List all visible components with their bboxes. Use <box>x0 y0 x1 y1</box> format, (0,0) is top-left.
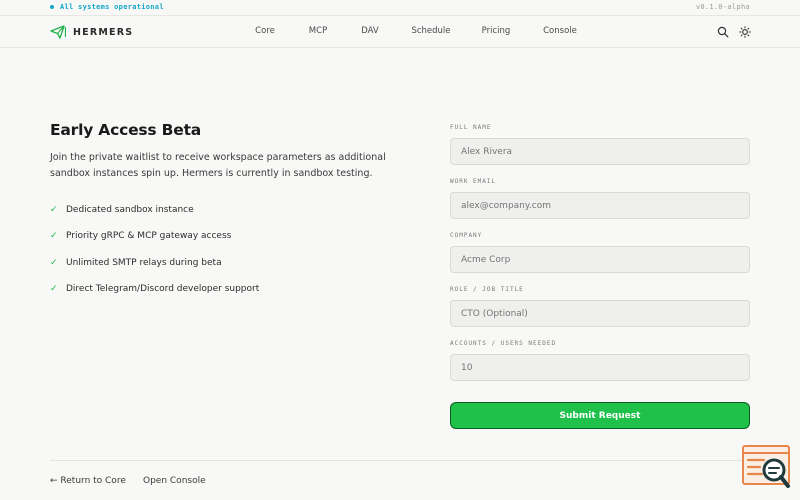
full-name-input[interactable] <box>450 138 750 165</box>
return-to-core-link[interactable]: ← Return to Core <box>50 476 126 486</box>
company-field-group: COMPANY <box>450 231 750 273</box>
accounts-input[interactable] <box>450 354 750 381</box>
benefit-text: Dedicated sandbox instance <box>66 204 194 215</box>
role-field-group: ROLE / JOB TITLE <box>450 285 750 327</box>
check-icon: ✓ <box>50 204 58 215</box>
benefit-item: ✓ Unlimited SMTP relays during beta <box>50 256 259 269</box>
submit-request-button[interactable]: Submit Request <box>450 402 750 429</box>
check-icon: ✓ <box>50 257 58 268</box>
work-email-label: WORK EMAIL <box>450 178 497 185</box>
status-dot-icon <box>50 5 54 9</box>
footer-divider <box>50 460 750 461</box>
system-status: All systems operational <box>50 3 164 11</box>
check-icon: ✓ <box>50 231 58 241</box>
nav-item-core[interactable]: Core <box>255 26 275 36</box>
work-email-field-group: WORK EMAIL <box>450 177 750 219</box>
nav-item-mcp[interactable]: MCP <box>309 26 327 36</box>
benefit-item: ✓ Priority gRPC & MCP gateway access <box>50 230 259 243</box>
benefit-text: Unlimited SMTP relays during beta <box>66 257 222 268</box>
open-console-link[interactable]: Open Console <box>143 476 206 486</box>
page-title: Early Access Beta <box>50 121 202 139</box>
company-label: COMPANY <box>450 232 483 239</box>
nav-item-pricing[interactable]: Pricing <box>482 26 511 36</box>
accounts-field-group: ACCOUNTS / USERS NEEDED <box>450 339 750 381</box>
version-label: v0.1.0-alpha <box>695 3 750 11</box>
search-icon[interactable] <box>717 26 729 38</box>
top-header: HERMERS Core MCP DAV Schedule Pricing Co… <box>0 16 800 48</box>
nav-item-dav[interactable]: DAV <box>361 26 378 36</box>
benefit-text: Direct Telegram/Discord developer suppor… <box>66 284 260 294</box>
page-description: Join the private waitlist to receive wor… <box>50 152 386 179</box>
benefit-item: ✓ Dedicated sandbox instance <box>50 203 259 216</box>
check-icon: ✓ <box>50 284 58 294</box>
nav-item-schedule[interactable]: Schedule <box>411 26 450 36</box>
full-name-field-group: FULL NAME <box>450 123 750 165</box>
benefit-item: ✓ Direct Telegram/Discord developer supp… <box>50 283 259 296</box>
status-bar: All systems operational v0.1.0-alpha <box>0 0 800 16</box>
work-email-input[interactable] <box>450 192 750 219</box>
benefits-list: ✓ Dedicated sandbox instance ✓ Priority … <box>50 203 259 309</box>
feedback-search-icon[interactable] <box>742 445 792 489</box>
full-name-label: FULL NAME <box>450 124 492 131</box>
role-input[interactable] <box>450 300 750 327</box>
company-input[interactable] <box>450 246 750 273</box>
main-nav: Core MCP DAV Schedule Pricing Console <box>0 26 800 40</box>
sun-icon[interactable] <box>739 26 751 38</box>
accounts-label: ACCOUNTS / USERS NEEDED <box>450 340 557 347</box>
nav-item-console[interactable]: Console <box>543 26 577 36</box>
status-message: All systems operational <box>60 3 164 11</box>
benefit-text: Priority gRPC & MCP gateway access <box>66 231 232 241</box>
role-label: ROLE / JOB TITLE <box>450 286 524 293</box>
